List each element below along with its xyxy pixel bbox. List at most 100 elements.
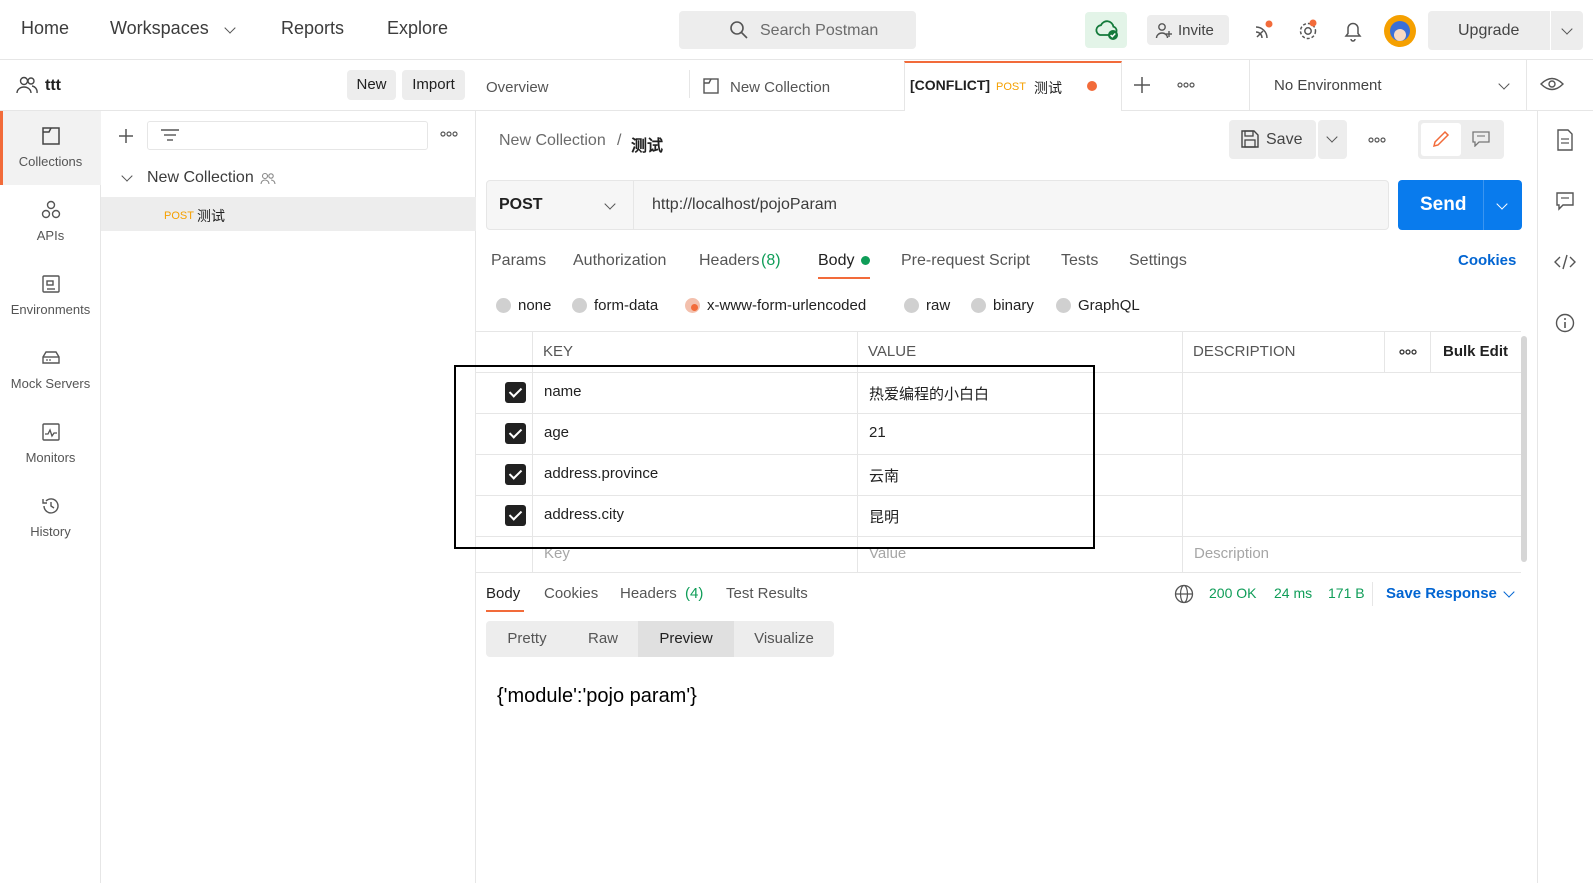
sidebar-item-collections[interactable] bbox=[0, 111, 101, 185]
environment-selector[interactable]: No Environment bbox=[1274, 77, 1382, 94]
radio-binary[interactable] bbox=[971, 298, 986, 313]
save-response-chevron-icon[interactable] bbox=[1503, 586, 1515, 598]
body-type-graphql[interactable]: GraphQL bbox=[1078, 297, 1140, 314]
shared-collection-icon bbox=[260, 172, 276, 185]
view-raw[interactable]: Raw bbox=[568, 621, 638, 657]
column-value: VALUE bbox=[868, 343, 917, 360]
filter-icon[interactable] bbox=[160, 128, 180, 142]
body-type-urlencoded[interactable]: x-www-form-urlencoded bbox=[707, 297, 866, 314]
info-icon[interactable] bbox=[1555, 313, 1575, 333]
sidebar-item-history[interactable]: History bbox=[0, 524, 101, 539]
url-input[interactable]: http://localhost/pojoParam bbox=[652, 196, 837, 214]
table-scrollbar[interactable] bbox=[1521, 336, 1527, 562]
tab-overview[interactable]: Overview bbox=[486, 79, 549, 96]
nav-explore[interactable]: Explore bbox=[387, 18, 448, 39]
view-preview[interactable]: Preview bbox=[638, 621, 734, 657]
sidebar-item-apis[interactable]: APIs bbox=[0, 228, 101, 243]
nav-reports[interactable]: Reports bbox=[281, 18, 344, 39]
tab-settings[interactable]: Settings bbox=[1129, 252, 1187, 270]
comments-icon[interactable] bbox=[1555, 191, 1575, 211]
new-tab-icon[interactable] bbox=[1133, 76, 1151, 94]
response-tab-headers[interactable]: Headers bbox=[620, 585, 677, 602]
radio-form-data[interactable] bbox=[572, 298, 587, 313]
nav-home[interactable]: Home bbox=[21, 18, 69, 39]
column-key: KEY bbox=[543, 343, 574, 360]
table-more-icon[interactable] bbox=[1399, 349, 1417, 355]
conflict-label: [CONFLICT] bbox=[910, 77, 991, 93]
cookies-link[interactable]: Cookies bbox=[1458, 252, 1516, 269]
radio-graphql[interactable] bbox=[1056, 298, 1071, 313]
documentation-icon[interactable] bbox=[1556, 129, 1574, 151]
search-placeholder: Search Postman bbox=[760, 22, 879, 39]
workspace-name[interactable]: ttt bbox=[45, 77, 61, 95]
sidebar-item-monitors[interactable]: Monitors bbox=[0, 450, 101, 465]
new-description-input[interactable]: Description bbox=[1194, 545, 1269, 562]
tree-request-name: 测试 bbox=[197, 208, 225, 224]
import-button[interactable]: Import bbox=[402, 70, 465, 100]
radio-urlencoded[interactable] bbox=[685, 298, 700, 313]
code-snippet-icon[interactable] bbox=[1554, 254, 1576, 270]
body-type-form-data[interactable]: form-data bbox=[594, 297, 658, 314]
bulk-edit-button[interactable]: Bulk Edit bbox=[1443, 343, 1508, 360]
tab-new-collection[interactable]: New Collection bbox=[730, 79, 830, 96]
filter-collections-input[interactable] bbox=[147, 121, 428, 150]
view-pretty[interactable]: Pretty bbox=[486, 621, 568, 657]
satellite-icon[interactable] bbox=[1252, 18, 1276, 42]
new-button[interactable]: New bbox=[347, 70, 396, 100]
response-size[interactable]: 171 B bbox=[1328, 585, 1365, 601]
mock-servers-icon[interactable] bbox=[40, 347, 62, 369]
save-response-button[interactable]: Save Response bbox=[1386, 585, 1497, 602]
tab-body[interactable]: Body bbox=[818, 252, 854, 270]
request-more-icon[interactable] bbox=[1368, 137, 1386, 143]
monitors-icon[interactable] bbox=[40, 421, 62, 443]
tree-request-item[interactable] bbox=[101, 197, 476, 231]
body-type-raw[interactable]: raw bbox=[926, 297, 950, 314]
avatar[interactable] bbox=[1384, 15, 1416, 47]
add-collection-icon[interactable] bbox=[118, 128, 134, 144]
annotation-highlight-box bbox=[454, 365, 1095, 549]
search-icon bbox=[730, 21, 748, 39]
unsaved-dot-icon[interactable] bbox=[1087, 81, 1097, 91]
tab-params[interactable]: Params bbox=[491, 252, 546, 270]
nav-workspaces[interactable]: Workspaces bbox=[110, 18, 209, 39]
body-type-binary[interactable]: binary bbox=[993, 297, 1034, 314]
tab-pre-request-script[interactable]: Pre-request Script bbox=[901, 252, 1030, 270]
environments-icon[interactable] bbox=[40, 273, 62, 295]
tree-request-method: POST bbox=[164, 210, 194, 222]
body-type-none[interactable]: none bbox=[518, 297, 551, 314]
sidebar-item-environments[interactable]: Environments bbox=[0, 302, 101, 317]
column-description: DESCRIPTION bbox=[1193, 343, 1296, 360]
apis-icon[interactable] bbox=[40, 199, 62, 221]
response-tab-body[interactable]: Body bbox=[486, 585, 520, 602]
history-icon[interactable] bbox=[40, 495, 62, 517]
more-options-icon[interactable] bbox=[440, 131, 458, 137]
view-visualize[interactable]: Visualize bbox=[734, 621, 834, 657]
method-select[interactable]: POST bbox=[499, 196, 543, 214]
radio-none[interactable] bbox=[496, 298, 511, 313]
headers-count: (8) bbox=[761, 252, 781, 269]
response-tab-test-results[interactable]: Test Results bbox=[726, 585, 808, 602]
response-tab-cookies[interactable]: Cookies bbox=[544, 585, 598, 602]
response-time[interactable]: 24 ms bbox=[1274, 585, 1312, 601]
tab-tests[interactable]: Tests bbox=[1061, 252, 1098, 270]
save-icon bbox=[1241, 130, 1259, 148]
breadcrumb-parent[interactable]: New Collection bbox=[499, 132, 606, 150]
pencil-icon bbox=[1432, 130, 1450, 148]
globe-icon[interactable] bbox=[1174, 584, 1194, 604]
tab-headers[interactable]: Headers bbox=[699, 252, 759, 270]
tab-more-icon[interactable] bbox=[1177, 82, 1195, 88]
response-status[interactable]: 200 OK bbox=[1209, 585, 1256, 601]
environment-chevron-icon[interactable] bbox=[1498, 78, 1510, 90]
add-user-icon bbox=[1155, 23, 1172, 39]
tab-authorization[interactable]: Authorization bbox=[573, 252, 666, 270]
cloud-sync-icon bbox=[1095, 20, 1118, 40]
sidebar-item-mock-servers[interactable]: Mock Servers bbox=[0, 376, 101, 391]
breadcrumb-current[interactable]: 测试 bbox=[631, 132, 663, 156]
notification-bell-icon[interactable] bbox=[1342, 19, 1364, 43]
response-headers-count: (4) bbox=[685, 585, 704, 602]
collection-name[interactable]: New Collection bbox=[147, 169, 254, 187]
settings-gear-icon[interactable] bbox=[1296, 18, 1320, 42]
environment-quick-look-icon[interactable] bbox=[1540, 76, 1564, 92]
comment-mode-icon[interactable] bbox=[1472, 131, 1490, 147]
radio-raw[interactable] bbox=[904, 298, 919, 313]
